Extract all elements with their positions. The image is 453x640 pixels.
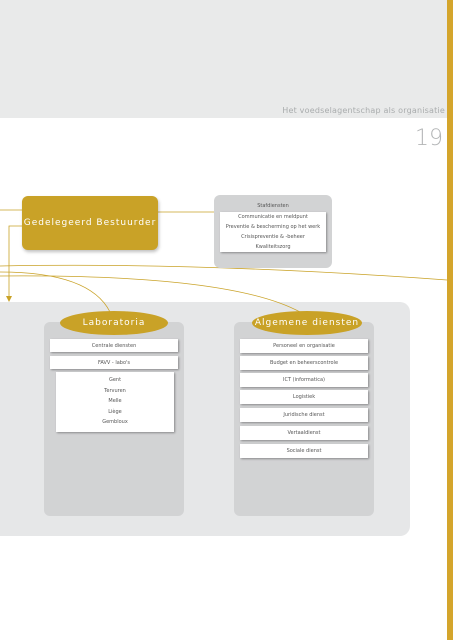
- staff-services-box: Stafdiensten Communicatie en meldpunt Pr…: [214, 195, 332, 268]
- delegated-administrator-box: Gedelegeerd Bestuurder: [22, 196, 158, 250]
- staff-item: Kwaliteitszorg: [255, 244, 291, 250]
- favv-labs-item: FAVV - labo's: [50, 356, 178, 369]
- general-service-item: Juridische dienst: [240, 408, 368, 422]
- labs-list: Gent Tervuren Melle Liège Gembloux: [56, 372, 174, 432]
- general-service-item: Vertaaldienst: [240, 426, 368, 440]
- lab-item: Gembloux: [102, 419, 128, 425]
- staff-item: Crisispreventie & -beheer: [241, 234, 305, 240]
- lab-item: Liège: [108, 408, 122, 415]
- staff-services-list: Communicatie en meldpunt Preventie & bes…: [220, 212, 326, 252]
- lab-item: Gent: [108, 377, 122, 383]
- central-services-item: Centrale diensten: [50, 339, 178, 352]
- algemene-diensten-label: Algemene diensten: [252, 311, 362, 335]
- general-service-item: ICT (informatica): [240, 373, 368, 387]
- staff-item: Preventie & bescherming op het werk: [225, 224, 321, 230]
- general-service-item: Personeel en organisatie: [240, 339, 368, 353]
- staff-item: Communicatie en meldpunt: [238, 214, 308, 220]
- general-service-item: Budget en beheerscontrole: [240, 356, 368, 370]
- general-service-item: Logistiek: [240, 390, 368, 404]
- laboratoria-label: Laboratoria: [60, 311, 168, 335]
- general-service-item: Sociale dienst: [240, 444, 368, 458]
- lab-item: Melle: [108, 398, 122, 404]
- lab-item: Tervuren: [104, 387, 126, 394]
- staff-services-title: Stafdiensten: [257, 203, 289, 209]
